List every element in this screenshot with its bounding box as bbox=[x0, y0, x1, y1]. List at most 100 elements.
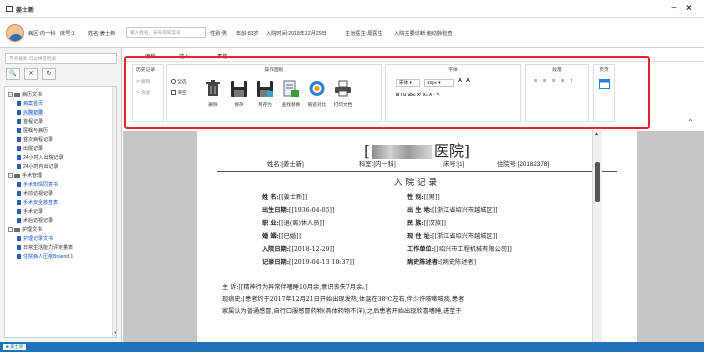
trash-icon bbox=[206, 80, 220, 96]
record-field[interactable]: 现 住 址:[[浙江省绍兴市越城区]] bbox=[407, 231, 498, 240]
tree-item[interactable]: 24小时入出院记录 bbox=[17, 154, 64, 163]
shrink-font-icon[interactable]: A bbox=[466, 78, 470, 84]
record-field[interactable]: 性 别:[[男]] bbox=[407, 192, 440, 201]
tree-item-label: 24小时入出院记录 bbox=[23, 155, 64, 161]
tree-item[interactable]: 住院病人压疮Braend 1 bbox=[17, 253, 73, 262]
tree-item[interactable]: 日常生活能力评定量表 bbox=[17, 244, 73, 253]
font-family-select[interactable]: 宋体 ▾ bbox=[396, 79, 420, 87]
tree-item[interactable]: 术后访视记录 bbox=[17, 217, 53, 226]
redo-button[interactable]: ↷ 恢复 bbox=[136, 90, 150, 96]
tree-folder[interactable]: − 护理文书 bbox=[8, 226, 42, 235]
align-left-icon[interactable]: ≡ bbox=[534, 78, 537, 84]
tree-search-button[interactable]: 🔍 bbox=[6, 68, 20, 80]
align-right-icon[interactable]: ≡ bbox=[552, 78, 555, 84]
tree-item-label: 术前访视记录 bbox=[23, 191, 54, 197]
grow-font-icon[interactable]: A bbox=[458, 78, 462, 84]
tree-item[interactable]: 病案首页 bbox=[17, 100, 43, 109]
collapse-icon[interactable]: − bbox=[8, 92, 13, 98]
ribbon-toolbar: 编辑 插入 表格 历史记录 ↶ 撤销 ↷ 恢复 操作面板 全选 清空 删除 保存… bbox=[123, 48, 704, 130]
tree-item-label: 医嘱与病历 bbox=[23, 128, 49, 134]
record-field[interactable]: 入院日期:[[2018-12-29]] bbox=[262, 244, 334, 253]
field-value: [[姜士新]] bbox=[278, 194, 308, 201]
save-button[interactable]: 保存 bbox=[227, 77, 251, 117]
status-patient-tag[interactable]: ■ 姜士新 bbox=[3, 344, 27, 350]
tree-item[interactable]: 术前访视记录 bbox=[17, 190, 53, 199]
field-label: 婚 姻: bbox=[262, 233, 279, 240]
tree-item[interactable]: 手术安全核查表 bbox=[17, 199, 58, 208]
tree-refresh-button[interactable]: ↻ bbox=[42, 68, 56, 80]
tree-item[interactable]: 出院记录 bbox=[17, 145, 43, 154]
tree-item[interactable]: 手术知情同意书 bbox=[17, 181, 58, 190]
undo-button[interactable]: ↶ 撤销 bbox=[136, 79, 150, 85]
patient-info-bar: 病区:内一科 床号:1 姓名:姜士新 输入姓名、床号或病案号 性别:男 年龄:8… bbox=[0, 18, 704, 48]
record-field[interactable]: 工作单位:[[绍兴市工程机械有限公司]] bbox=[407, 244, 512, 253]
field-value: [病史陈述者] bbox=[440, 259, 476, 266]
document-scrollbar[interactable]: ▲ bbox=[592, 130, 602, 342]
font-size-select[interactable]: 16px ▾ bbox=[424, 79, 454, 87]
page-setup-icon[interactable] bbox=[599, 79, 610, 89]
justify-icon[interactable]: ≡ bbox=[561, 78, 564, 84]
record-field[interactable]: 病史陈述者:[病史陈述者] bbox=[407, 257, 476, 266]
tree-item-label: 病案首页 bbox=[23, 101, 44, 107]
line-spacing-icon[interactable]: ↕ bbox=[570, 78, 573, 84]
tree-clear-button[interactable]: ✕ bbox=[24, 68, 38, 80]
tab-table[interactable]: 表格 bbox=[217, 53, 227, 60]
tree-item[interactable]: 手术记录 bbox=[17, 208, 43, 217]
align-center-icon[interactable]: ≡ bbox=[543, 78, 546, 84]
collapse-icon[interactable]: − bbox=[8, 227, 13, 233]
record-field[interactable]: 民 族:[[汉族]] bbox=[407, 218, 446, 227]
print-button[interactable]: 打印文档 bbox=[331, 77, 355, 117]
tab-insert[interactable]: 插入 bbox=[179, 53, 189, 60]
tree-item[interactable]: 首程记录 bbox=[17, 118, 43, 127]
record-field[interactable]: 婚 姻:[[已婚]] bbox=[262, 231, 301, 240]
scroll-thumb[interactable] bbox=[595, 162, 600, 202]
ribbon-collapse-icon[interactable]: ⌃ bbox=[687, 118, 694, 127]
document-icon bbox=[17, 146, 21, 152]
tree-item[interactable]: 医嘱与病历 bbox=[17, 127, 48, 136]
collapse-icon[interactable]: − bbox=[8, 173, 13, 179]
tree-item[interactable]: 24小时内出记录 bbox=[17, 163, 59, 172]
document-icon bbox=[17, 119, 21, 125]
find-replace-button[interactable]: 查找替换 bbox=[279, 77, 303, 117]
record-field[interactable]: 出 生 地:[[浙江省绍兴市越城区]] bbox=[407, 205, 498, 214]
field-value: [[退(离)休人员]] bbox=[278, 220, 325, 227]
present-history-line2: 家属认为普通感冒,自行口服感冒药物(具体药物不详),之后患者开始出现欣喜嗜睡,进… bbox=[222, 308, 462, 315]
save-as-button[interactable]: 另存为 bbox=[253, 77, 277, 117]
trace-compare-button[interactable]: 痕迹对比 bbox=[305, 77, 329, 117]
redacted-block bbox=[372, 145, 432, 159]
tree-search-input[interactable]: 节点搜索 可以拼音检索 bbox=[5, 53, 117, 64]
clear-option[interactable]: 清空 bbox=[171, 90, 186, 96]
tree-scrollbar[interactable]: ▼ bbox=[112, 87, 116, 337]
record-field[interactable]: 职 业:[[退(离)休人员]] bbox=[262, 218, 324, 227]
record-field[interactable]: 姓 名:[[姜士新]] bbox=[262, 192, 307, 201]
field-value: [[汉族]] bbox=[423, 220, 446, 227]
record-field[interactable]: 出生日期:[[1936-04-05]] bbox=[262, 205, 334, 214]
document-icon bbox=[17, 101, 21, 107]
left-navigation-panel: 节点搜索 可以拼音检索 🔍 ✕ ↻ ▼ − 病历文书病案首页入院记录首程记录医嘱与… bbox=[0, 48, 122, 342]
tree-folder[interactable]: − 手术管理 bbox=[8, 172, 42, 181]
tree-item[interactable]: 入院记录 bbox=[17, 109, 44, 118]
patient-ward: 病区:内一科 bbox=[28, 31, 56, 37]
chief-complaint: 主 诉:[[精神行为异常伴嗜睡10月余,意识丧失7月余。] bbox=[222, 284, 368, 291]
field-label: 现 住 址: bbox=[407, 233, 433, 240]
tree-folder[interactable]: − 病历文书 bbox=[8, 91, 42, 100]
document-area: [医院] 姓名:[姜士新] 科室:[内一科] 床号:[1] 住院号:[20182… bbox=[123, 131, 704, 342]
patient-diagnosis: 入院主要诊断:脑动脉检查 bbox=[394, 31, 453, 37]
find-replace-icon bbox=[283, 80, 299, 97]
patient-search-input[interactable]: 输入姓名、床号或病案号 bbox=[126, 27, 206, 38]
delete-button[interactable]: 删除 bbox=[201, 77, 225, 117]
tab-edit[interactable]: 编辑 bbox=[145, 53, 155, 60]
tree-item-label: 手术管理 bbox=[22, 173, 43, 179]
save-as-icon bbox=[257, 81, 273, 97]
minimize-button[interactable]: − bbox=[671, 3, 677, 14]
scroll-up-icon[interactable]: ▲ bbox=[594, 131, 599, 137]
font-style-buttons[interactable]: B I U abc X² X₂ A · ✎ bbox=[396, 92, 440, 98]
tree-item[interactable]: 首次病程记录 bbox=[17, 136, 53, 145]
record-field[interactable]: 记录日期:[[2019-04-13 10:37]] bbox=[262, 257, 354, 266]
field-label: 工作单位: bbox=[407, 246, 435, 253]
select-all-option[interactable]: 全选 bbox=[171, 79, 186, 85]
tree-item[interactable]: 护理记录文书 bbox=[17, 235, 53, 244]
tree-item-label: 24小时内出记录 bbox=[23, 164, 59, 170]
document-page[interactable]: [医院] 姓名:[姜士新] 科室:[内一科] 床号:[1] 住院号:[20182… bbox=[197, 131, 637, 342]
close-button[interactable]: × bbox=[686, 3, 692, 14]
